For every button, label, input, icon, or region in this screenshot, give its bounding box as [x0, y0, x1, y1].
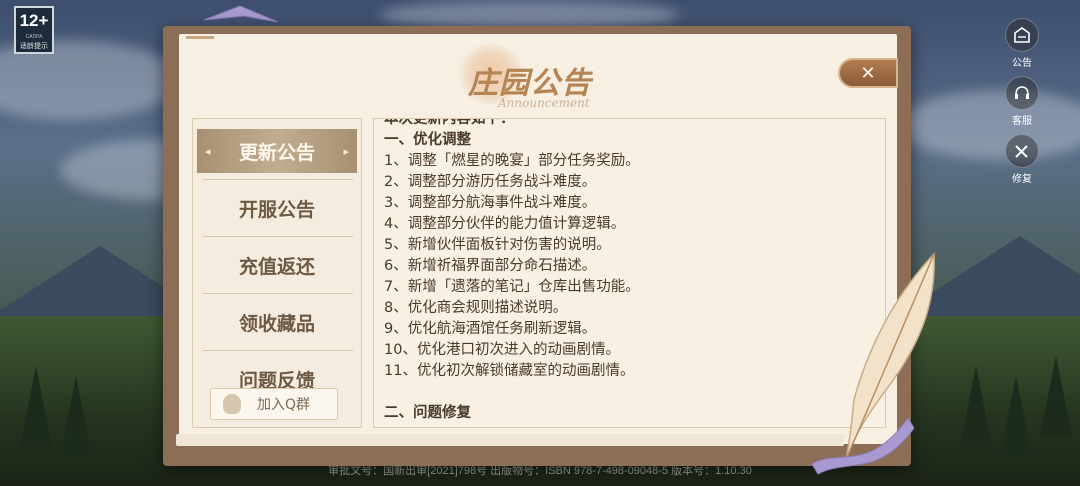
content-intro: 本次更新内容如下：: [384, 118, 515, 127]
repair-label: 修复: [1012, 174, 1032, 185]
paper-mark: [186, 36, 214, 39]
age-rating-org: CADPA: [25, 34, 43, 40]
content-line: 4、调整部分伙伴的能力值计算逻辑。: [384, 216, 626, 232]
close-icon: ✕: [860, 62, 876, 84]
menu-item-label: 更新公告: [238, 141, 315, 164]
content-line: 5、新增伙伴面板针对伤害的说明。: [384, 237, 611, 253]
menu-divider: [203, 236, 353, 237]
announcement-icon: [1005, 18, 1039, 52]
announcement-label: 公告: [1012, 58, 1032, 69]
menu-item-collectibles[interactable]: 领收藏品: [197, 300, 357, 344]
side-icon-bar: 公告 客服 修复: [1002, 18, 1042, 192]
content-line: 1、调整「燃星的晚宴」部分任务奖励。: [384, 153, 640, 169]
content-text: 本次更新内容如下： 一、优化调整 1、调整「燃星的晚宴」部分任务奖励。 2、调整…: [384, 118, 877, 424]
announcement-content[interactable]: 本次更新内容如下： 一、优化调整 1、调整「燃星的晚宴」部分任务奖励。 2、调整…: [373, 118, 886, 428]
menu-divider: [203, 350, 353, 351]
menu-item-label: 充值返还: [238, 255, 315, 278]
announcement-menu: ◂ 更新公告 ▸ 开服公告 充值返还 领收藏品 问题反馈: [192, 118, 362, 428]
section-title-fixes: 二、问题修复: [384, 405, 471, 421]
age-rating-badge: 12+ CADPA 适龄提示: [14, 6, 54, 54]
join-qq-group-button[interactable]: 加入Q群: [210, 388, 338, 420]
menu-item-label: 开服公告: [238, 198, 315, 221]
wrench-icon: [1005, 134, 1039, 168]
content-line: 3、调整部分航海事件战斗难度。: [384, 195, 597, 211]
dialog-subtitle: Announcement: [498, 96, 590, 110]
repair-button[interactable]: 修复: [1002, 134, 1042, 192]
chevron-right-icon: ▸: [343, 144, 349, 158]
support-button[interactable]: 客服: [1002, 76, 1042, 134]
menu-divider: [203, 179, 353, 180]
menu-divider: [203, 293, 353, 294]
content-line: 7、新增「遗落的笔记」仓库出售功能。: [384, 279, 640, 295]
content-line: 9、优化航海酒馆任务刷新逻辑。: [384, 321, 597, 337]
dialog-header: 庄园公告 Announcement: [440, 44, 640, 116]
content-line: 11、优化初次解锁储藏室的动画剧情。: [384, 363, 635, 379]
close-button[interactable]: ✕: [838, 58, 898, 88]
join-button-label: 加入Q群: [257, 397, 311, 413]
ribbon-decoration: [811, 417, 915, 475]
menu-item-update[interactable]: ◂ 更新公告 ▸: [197, 129, 357, 173]
content-line: 8、优化商会规则描述说明。: [384, 300, 568, 316]
menu-item-launch[interactable]: 开服公告: [197, 186, 357, 230]
paper-bottom-edge: [176, 434, 844, 446]
section-title-optimization: 一、优化调整: [384, 132, 471, 148]
content-line: 10、优化港口初次进入的动画剧情。: [384, 342, 620, 358]
support-label: 客服: [1012, 116, 1032, 127]
chevron-left-icon: ◂: [205, 144, 211, 158]
content-line: 2、调整部分游历任务战斗难度。: [384, 174, 597, 190]
age-rating-value: 12+: [19, 11, 49, 30]
headset-icon: [1005, 76, 1039, 110]
ribbon-decoration: [203, 5, 279, 23]
menu-item-label: 领收藏品: [238, 312, 315, 335]
announcement-button[interactable]: 公告: [1002, 18, 1042, 76]
qq-penguin-icon: [223, 394, 241, 414]
age-rating-tip: 适龄提示: [20, 42, 48, 50]
content-line: 6、新增祈福界面部分命石描述。: [384, 258, 597, 274]
menu-item-refund[interactable]: 充值返还: [197, 243, 357, 287]
